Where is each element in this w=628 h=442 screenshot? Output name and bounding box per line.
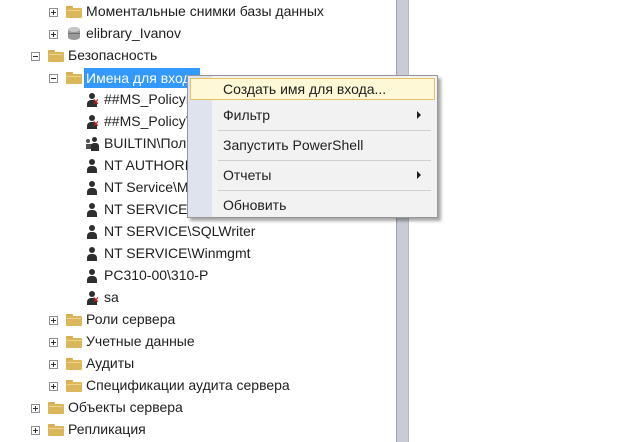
menu-item-label: Создать имя для входа... bbox=[223, 81, 387, 97]
disabled-login-icon: × bbox=[86, 115, 99, 130]
login-icon bbox=[86, 225, 98, 239]
tree-node-label: Объекты сервера bbox=[68, 399, 183, 415]
tree-node-replication[interactable]: Репликация bbox=[0, 419, 390, 441]
expand-icon[interactable] bbox=[49, 338, 58, 347]
menu-item-label: Обновить bbox=[223, 197, 287, 213]
login-icon bbox=[86, 159, 98, 173]
tree-node-label: Безопасность bbox=[68, 47, 158, 63]
menu-item-label: Отчеты bbox=[223, 167, 272, 183]
menu-item-filter[interactable]: Фильтр bbox=[190, 104, 435, 126]
expand-icon[interactable] bbox=[49, 30, 58, 39]
document-area bbox=[408, 0, 628, 442]
tree-node-label: Моментальные снимки базы данных bbox=[86, 3, 324, 19]
tree-node-label: Имена для входа bbox=[84, 68, 201, 88]
menu-separator bbox=[218, 160, 431, 161]
object-explorer-tree: Моментальные снимки базы данных elibrary… bbox=[0, 0, 396, 442]
tree-node-database-snapshots[interactable]: Моментальные снимки базы данных bbox=[0, 1, 390, 23]
submenu-arrow-icon bbox=[417, 171, 421, 179]
expand-icon[interactable] bbox=[49, 382, 58, 391]
collapse-icon[interactable] bbox=[31, 52, 40, 61]
tree-node-audits[interactable]: Аудиты bbox=[0, 353, 390, 375]
folder-icon bbox=[48, 402, 64, 414]
login-icon bbox=[86, 269, 98, 283]
folder-icon bbox=[66, 380, 82, 392]
folder-icon bbox=[66, 336, 82, 348]
expand-icon[interactable] bbox=[49, 360, 58, 369]
pane-splitter[interactable] bbox=[396, 0, 408, 442]
submenu-arrow-icon bbox=[417, 111, 421, 119]
collapse-icon[interactable] bbox=[49, 74, 58, 83]
folder-icon bbox=[66, 6, 82, 18]
menu-item-refresh[interactable]: Обновить bbox=[190, 194, 435, 216]
folder-icon bbox=[66, 72, 82, 84]
menu-item-reports[interactable]: Отчеты bbox=[190, 164, 435, 186]
splitter-border bbox=[396, 0, 397, 442]
tree-node-audit-specifications[interactable]: Спецификации аудита сервера bbox=[0, 375, 390, 397]
tree-node-label: sa bbox=[104, 289, 119, 305]
tree-node-server-roles[interactable]: Роли сервера bbox=[0, 309, 390, 331]
menu-item-label: Фильтр bbox=[223, 107, 271, 123]
login-icon bbox=[86, 247, 98, 261]
expand-icon[interactable] bbox=[49, 316, 58, 325]
group-login-icon bbox=[86, 137, 100, 151]
tree-node-server-objects[interactable]: Объекты сервера bbox=[0, 397, 390, 419]
disabled-login-icon: × bbox=[86, 291, 99, 306]
folder-icon bbox=[66, 314, 82, 326]
tree-node-label: PC310-00\310-P bbox=[104, 267, 209, 283]
disabled-login-icon: × bbox=[86, 93, 99, 108]
tree-node-label: elibrary_Ivanov bbox=[86, 25, 181, 41]
expand-icon[interactable] bbox=[49, 8, 58, 17]
tree-node-login[interactable]: NT SERVICE\SQLWriter bbox=[0, 221, 390, 243]
database-icon bbox=[68, 27, 80, 41]
login-icon bbox=[86, 181, 98, 195]
folder-icon bbox=[48, 50, 64, 62]
tree-node-database[interactable]: elibrary_Ivanov bbox=[0, 23, 390, 45]
context-menu: Создать имя для входа... Фильтр Запустит… bbox=[187, 75, 438, 218]
login-icon bbox=[86, 203, 98, 217]
tree-node-label: NT SERVICE\SQLWriter bbox=[104, 223, 256, 239]
tree-node-label: NT SERVICE\Winmgmt bbox=[104, 245, 251, 261]
tree-node-credentials[interactable]: Учетные данные bbox=[0, 331, 390, 353]
tree-node-security[interactable]: Безопасность bbox=[0, 45, 390, 67]
menu-separator bbox=[218, 130, 431, 131]
expand-icon[interactable] bbox=[31, 404, 40, 413]
tree-node-label: Роли сервера bbox=[86, 311, 176, 327]
folder-icon bbox=[66, 358, 82, 370]
expand-icon[interactable] bbox=[31, 426, 40, 435]
folder-icon bbox=[48, 424, 64, 436]
menu-item-label: Запустить PowerShell bbox=[223, 137, 364, 153]
tree-node-label: Репликация bbox=[68, 421, 146, 437]
menu-separator bbox=[218, 190, 431, 191]
tree-node-login[interactable]: × sa bbox=[0, 287, 390, 309]
document-area-border bbox=[408, 0, 409, 442]
tree-node-label: Аудиты bbox=[86, 355, 135, 371]
menu-item-start-powershell[interactable]: Запустить PowerShell bbox=[190, 134, 435, 156]
tree-node-label: Спецификации аудита сервера bbox=[86, 377, 290, 393]
tree-node-label: Учетные данные bbox=[86, 333, 195, 349]
menu-item-new-login[interactable]: Создать имя для входа... bbox=[190, 78, 435, 100]
tree-node-login[interactable]: NT SERVICE\Winmgmt bbox=[0, 243, 390, 265]
tree-node-login[interactable]: PC310-00\310-P bbox=[0, 265, 390, 287]
